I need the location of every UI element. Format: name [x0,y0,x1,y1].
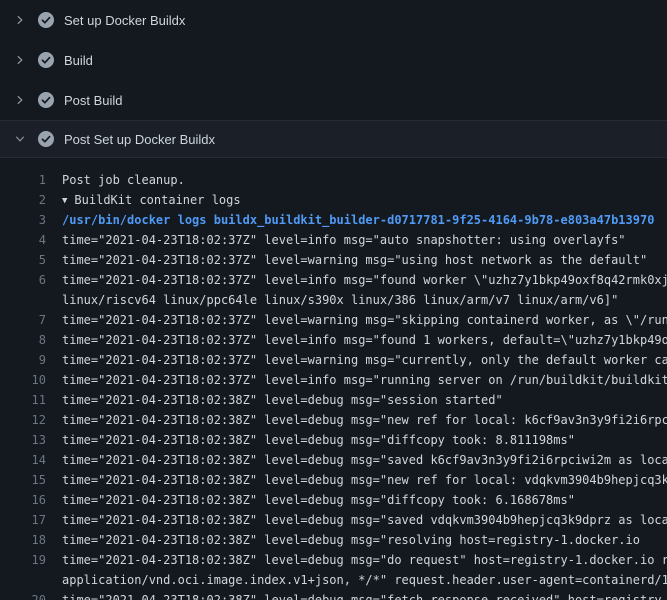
step-logs: 1 Post job cleanup. 2 ▼ BuildKit containe… [0,158,667,600]
log-line: 6 time="2021-04-23T18:02:37Z" level=info… [0,270,667,290]
line-number[interactable]: 17 [0,510,46,530]
line-number[interactable]: 19 [0,550,46,570]
log-text: time="2021-04-23T18:02:38Z" level=debug … [46,430,575,450]
step-title: Build [64,53,93,68]
log-text: time="2021-04-23T18:02:37Z" level=info m… [46,370,667,390]
line-number[interactable]: 20 [0,590,46,600]
line-number[interactable]: 16 [0,490,46,510]
step-title: Set up Docker Buildx [64,13,185,28]
step-section: Post Set up Docker Buildx 1 Post job cle… [0,120,667,600]
log-line: 19 time="2021-04-23T18:02:38Z" level=deb… [0,550,667,570]
log-line: 15 time="2021-04-23T18:02:38Z" level=deb… [0,470,667,490]
line-number[interactable]: 6 [0,270,46,290]
log-line: 8 time="2021-04-23T18:02:37Z" level=info… [0,330,667,350]
log-text: application/vnd.oci.image.index.v1+json,… [46,570,667,590]
chevron-right-icon [12,52,28,68]
group-title: BuildKit container logs [74,193,240,207]
step-section: Build [0,40,667,80]
check-circle-icon [38,131,54,147]
github-actions-log-viewer: Set up Docker Buildx Build Post Build [0,0,667,600]
log-text: time="2021-04-23T18:02:38Z" level=debug … [46,590,667,600]
check-circle-icon [38,52,54,68]
log-text: time="2021-04-23T18:02:37Z" level=info m… [46,270,667,290]
steps-list: Set up Docker Buildx Build Post Build [0,0,667,600]
step-header-build[interactable]: Build [0,40,667,80]
group-toggle-icon[interactable]: ▼ [62,191,67,210]
log-line: 16 time="2021-04-23T18:02:38Z" level=deb… [0,490,667,510]
line-number [0,570,46,590]
log-text: time="2021-04-23T18:02:38Z" level=debug … [46,490,575,510]
check-circle-icon [38,12,54,28]
log-text: time="2021-04-23T18:02:37Z" level=info m… [46,230,626,250]
chevron-down-icon [12,131,28,147]
log-line: 10 time="2021-04-23T18:02:37Z" level=inf… [0,370,667,390]
chevron-right-icon [12,12,28,28]
log-line-wrapped: application/vnd.oci.image.index.v1+json,… [0,570,667,590]
line-number[interactable]: 5 [0,250,46,270]
step-header-post-build[interactable]: Post Build [0,80,667,120]
log-line: 11 time="2021-04-23T18:02:38Z" level=deb… [0,390,667,410]
log-text: time="2021-04-23T18:02:37Z" level=warnin… [46,250,647,270]
step-title: Post Set up Docker Buildx [64,132,215,147]
log-line: 14 time="2021-04-23T18:02:38Z" level=deb… [0,450,667,470]
step-section: Post Build [0,80,667,120]
line-number[interactable]: 15 [0,470,46,490]
line-number[interactable]: 2 [0,190,46,210]
log-text: time="2021-04-23T18:02:38Z" level=debug … [46,470,667,490]
log-line: 13 time="2021-04-23T18:02:38Z" level=deb… [0,430,667,450]
log-line: 4 time="2021-04-23T18:02:37Z" level=info… [0,230,667,250]
line-number[interactable]: 9 [0,350,46,370]
line-number[interactable]: 8 [0,330,46,350]
log-text: time="2021-04-23T18:02:38Z" level=debug … [46,410,667,430]
log-group-header[interactable]: 2 ▼ BuildKit container logs [0,190,667,210]
log-text: time="2021-04-23T18:02:37Z" level=info m… [46,330,667,350]
line-number [0,290,46,310]
step-section: Set up Docker Buildx [0,0,667,40]
log-line: 5 time="2021-04-23T18:02:37Z" level=warn… [0,250,667,270]
log-text: time="2021-04-23T18:02:38Z" level=debug … [46,530,640,550]
log-line: 20 time="2021-04-23T18:02:38Z" level=deb… [0,590,667,600]
line-number[interactable]: 3 [0,210,46,230]
line-number[interactable]: 4 [0,230,46,250]
log-text: time="2021-04-23T18:02:38Z" level=debug … [46,510,667,530]
log-text: time="2021-04-23T18:02:38Z" level=debug … [46,450,667,470]
chevron-right-icon [12,92,28,108]
line-number[interactable]: 13 [0,430,46,450]
log-line: 17 time="2021-04-23T18:02:38Z" level=deb… [0,510,667,530]
step-header-set-up-docker-buildx[interactable]: Set up Docker Buildx [0,0,667,40]
line-number[interactable]: 12 [0,410,46,430]
log-text: ▼ BuildKit container logs [46,190,241,210]
line-number[interactable]: 14 [0,450,46,470]
line-number[interactable]: 11 [0,390,46,410]
log-text: linux/riscv64 linux/ppc64le linux/s390x … [46,290,618,310]
step-header-post-set-up-docker-buildx[interactable]: Post Set up Docker Buildx [0,120,667,158]
line-number[interactable]: 18 [0,530,46,550]
log-text: time="2021-04-23T18:02:37Z" level=warnin… [46,350,667,370]
log-line-wrapped: linux/riscv64 linux/ppc64le linux/s390x … [0,290,667,310]
log-line: 12 time="2021-04-23T18:02:38Z" level=deb… [0,410,667,430]
log-line: 7 time="2021-04-23T18:02:37Z" level=warn… [0,310,667,330]
line-number[interactable]: 10 [0,370,46,390]
log-line: 1 Post job cleanup. [0,170,667,190]
log-line-command: 3 /usr/bin/docker logs buildx_buildkit_b… [0,210,667,230]
log-text: time="2021-04-23T18:02:38Z" level=debug … [46,550,667,570]
line-number[interactable]: 7 [0,310,46,330]
log-text: time="2021-04-23T18:02:37Z" level=warnin… [46,310,667,330]
log-text: /usr/bin/docker logs buildx_buildkit_bui… [46,210,654,230]
check-circle-icon [38,92,54,108]
log-line: 18 time="2021-04-23T18:02:38Z" level=deb… [0,530,667,550]
log-line: 9 time="2021-04-23T18:02:37Z" level=warn… [0,350,667,370]
log-text: time="2021-04-23T18:02:38Z" level=debug … [46,390,503,410]
log-text: Post job cleanup. [46,170,185,190]
line-number[interactable]: 1 [0,170,46,190]
step-title: Post Build [64,93,123,108]
